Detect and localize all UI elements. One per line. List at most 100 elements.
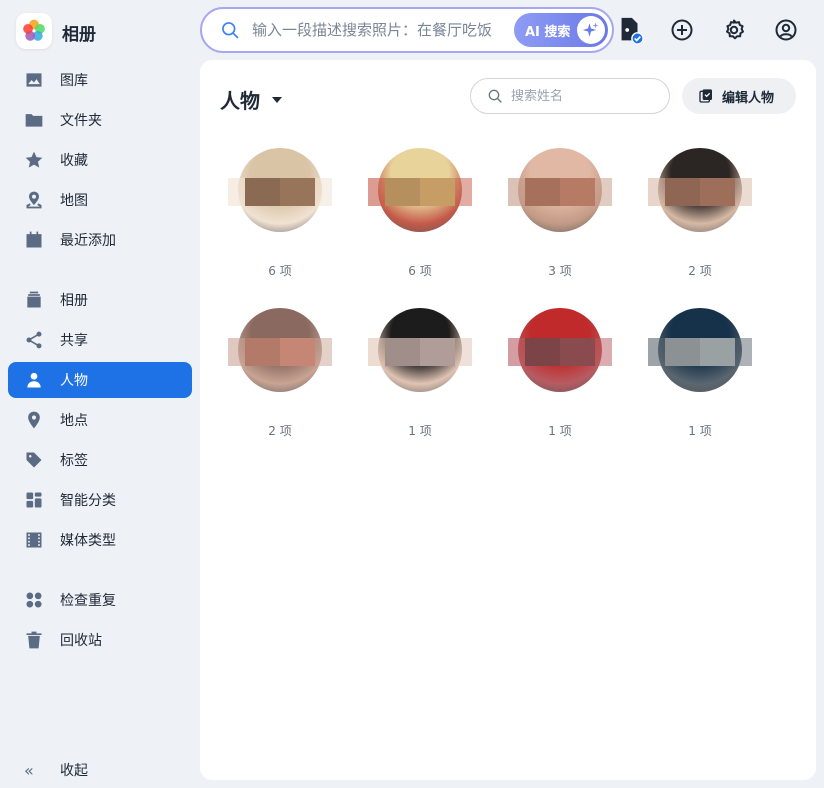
person-item-count: 6 项 — [268, 264, 292, 278]
sidebar-item-folder[interactable]: 文件夹 — [8, 102, 192, 138]
sidebar-item-trash[interactable]: 回收站 — [8, 622, 192, 658]
gallery-icon — [24, 70, 44, 90]
chevron-double-left-icon: « — [24, 760, 34, 780]
person-avatar — [228, 308, 332, 392]
face-blur-mosaic — [648, 338, 752, 366]
person-item-count: 2 项 — [268, 424, 292, 438]
nav-divider — [8, 562, 192, 582]
person-avatar — [508, 308, 612, 392]
duplicate-icon — [24, 590, 44, 610]
sidebar-item-location-pin[interactable]: 地点 — [8, 402, 192, 438]
person-avatar — [368, 148, 472, 232]
name-search-input[interactable] — [511, 88, 661, 104]
sidebar-item-label: 媒体类型 — [60, 533, 116, 549]
sidebar-item-duplicate[interactable]: 检查重复 — [8, 582, 192, 618]
star-icon — [24, 150, 44, 170]
user-circle-icon — [775, 19, 797, 41]
sidebar-item-film[interactable]: 媒体类型 — [8, 522, 192, 558]
plus-circle-icon — [671, 19, 693, 41]
sidebar-item-star[interactable]: 收藏 — [8, 142, 192, 178]
face-blur-mosaic — [648, 178, 752, 206]
search-icon — [488, 89, 502, 103]
sidebar-item-label: 智能分类 — [60, 493, 116, 509]
film-icon — [24, 530, 44, 550]
file-check-icon — [621, 17, 644, 45]
person-card[interactable]: 1 项 — [360, 308, 480, 439]
person-card[interactable]: 2 项 — [640, 148, 760, 279]
sidebar-item-label: 人物 — [60, 373, 88, 389]
nav-divider — [8, 262, 192, 282]
sidebar-item-tag[interactable]: 标签 — [8, 442, 192, 478]
settings-button[interactable] — [718, 14, 750, 46]
app-title: 相册 — [62, 25, 96, 45]
ai-search-button[interactable]: AI 搜索 — [514, 13, 608, 47]
page-title: 人物 — [220, 89, 260, 113]
person-card[interactable]: 6 项 — [360, 148, 480, 279]
map-icon — [24, 190, 44, 210]
sidebar-item-label: 图库 — [60, 73, 88, 89]
people-panel: 人物 编辑人物 6 项 6 项 3 项 2 项 2 项 1 项 1 项 1 项 — [200, 60, 816, 780]
person-avatar — [368, 308, 472, 392]
sidebar-item-label: 共享 — [60, 333, 88, 349]
face-blur-mosaic — [228, 338, 332, 366]
edit-people-button[interactable]: 编辑人物 — [682, 78, 796, 114]
album-icon — [24, 290, 44, 310]
sidebar-item-label: 收藏 — [60, 153, 88, 169]
person-avatar — [648, 308, 752, 392]
person-item-count: 1 项 — [548, 424, 572, 438]
face-blur-mosaic — [368, 338, 472, 366]
person-card[interactable]: 1 项 — [500, 308, 620, 439]
collapse-sidebar-button[interactable]: « 收起 — [24, 756, 88, 784]
search-bar[interactable]: AI 搜索 — [200, 7, 614, 53]
person-icon — [24, 370, 44, 390]
sync-status-button[interactable] — [614, 14, 646, 46]
search-icon — [222, 22, 239, 39]
tag-icon — [24, 450, 44, 470]
calendar-icon — [24, 230, 44, 250]
app-logo — [16, 13, 52, 49]
sidebar-item-album[interactable]: 相册 — [8, 282, 192, 318]
person-item-count: 3 项 — [548, 264, 572, 278]
gear-icon — [726, 19, 744, 40]
people-title-dropdown[interactable]: 人物 — [220, 85, 282, 114]
person-card[interactable]: 6 项 — [220, 148, 340, 279]
person-avatar — [648, 148, 752, 232]
sparkle-icon — [577, 16, 605, 44]
photos-logo-icon — [23, 19, 45, 41]
sidebar-item-share[interactable]: 共享 — [8, 322, 192, 358]
person-item-count: 6 项 — [408, 264, 432, 278]
person-item-count: 1 项 — [688, 424, 712, 438]
sidebar-item-label: 地图 — [60, 193, 88, 209]
sidebar-item-label: 文件夹 — [60, 113, 102, 129]
name-search-box[interactable] — [470, 78, 670, 114]
location-pin-icon — [24, 410, 44, 430]
person-item-count: 2 项 — [688, 264, 712, 278]
sidebar-item-label: 最近添加 — [60, 233, 116, 249]
sidebar-item-label: 标签 — [60, 453, 88, 469]
sidebar-item-calendar[interactable]: 最近添加 — [8, 222, 192, 258]
caret-down-icon — [272, 96, 282, 103]
face-blur-mosaic — [508, 338, 612, 366]
person-avatar — [228, 148, 332, 232]
sidebar-item-gallery[interactable]: 图库 — [8, 62, 192, 98]
person-card[interactable]: 1 项 — [640, 308, 760, 439]
person-card[interactable]: 2 项 — [220, 308, 340, 439]
smart-category-icon — [24, 490, 44, 510]
sidebar-item-person[interactable]: 人物 — [8, 362, 192, 398]
sidebar-item-smart-category[interactable]: 智能分类 — [8, 482, 192, 518]
sidebar-item-label: 地点 — [60, 413, 88, 429]
search-input[interactable] — [252, 21, 510, 39]
edit-people-icon — [699, 89, 712, 103]
person-card[interactable]: 3 项 — [500, 148, 620, 279]
face-blur-mosaic — [228, 178, 332, 206]
account-button[interactable] — [770, 14, 802, 46]
face-blur-mosaic — [368, 178, 472, 206]
add-button[interactable] — [666, 14, 698, 46]
ai-search-label: AI 搜索 — [525, 24, 571, 40]
person-item-count: 1 项 — [408, 424, 432, 438]
person-avatar — [508, 148, 612, 232]
share-icon — [24, 330, 44, 350]
sidebar-item-map[interactable]: 地图 — [8, 182, 192, 218]
trash-icon — [24, 630, 44, 650]
folder-icon — [24, 110, 44, 130]
